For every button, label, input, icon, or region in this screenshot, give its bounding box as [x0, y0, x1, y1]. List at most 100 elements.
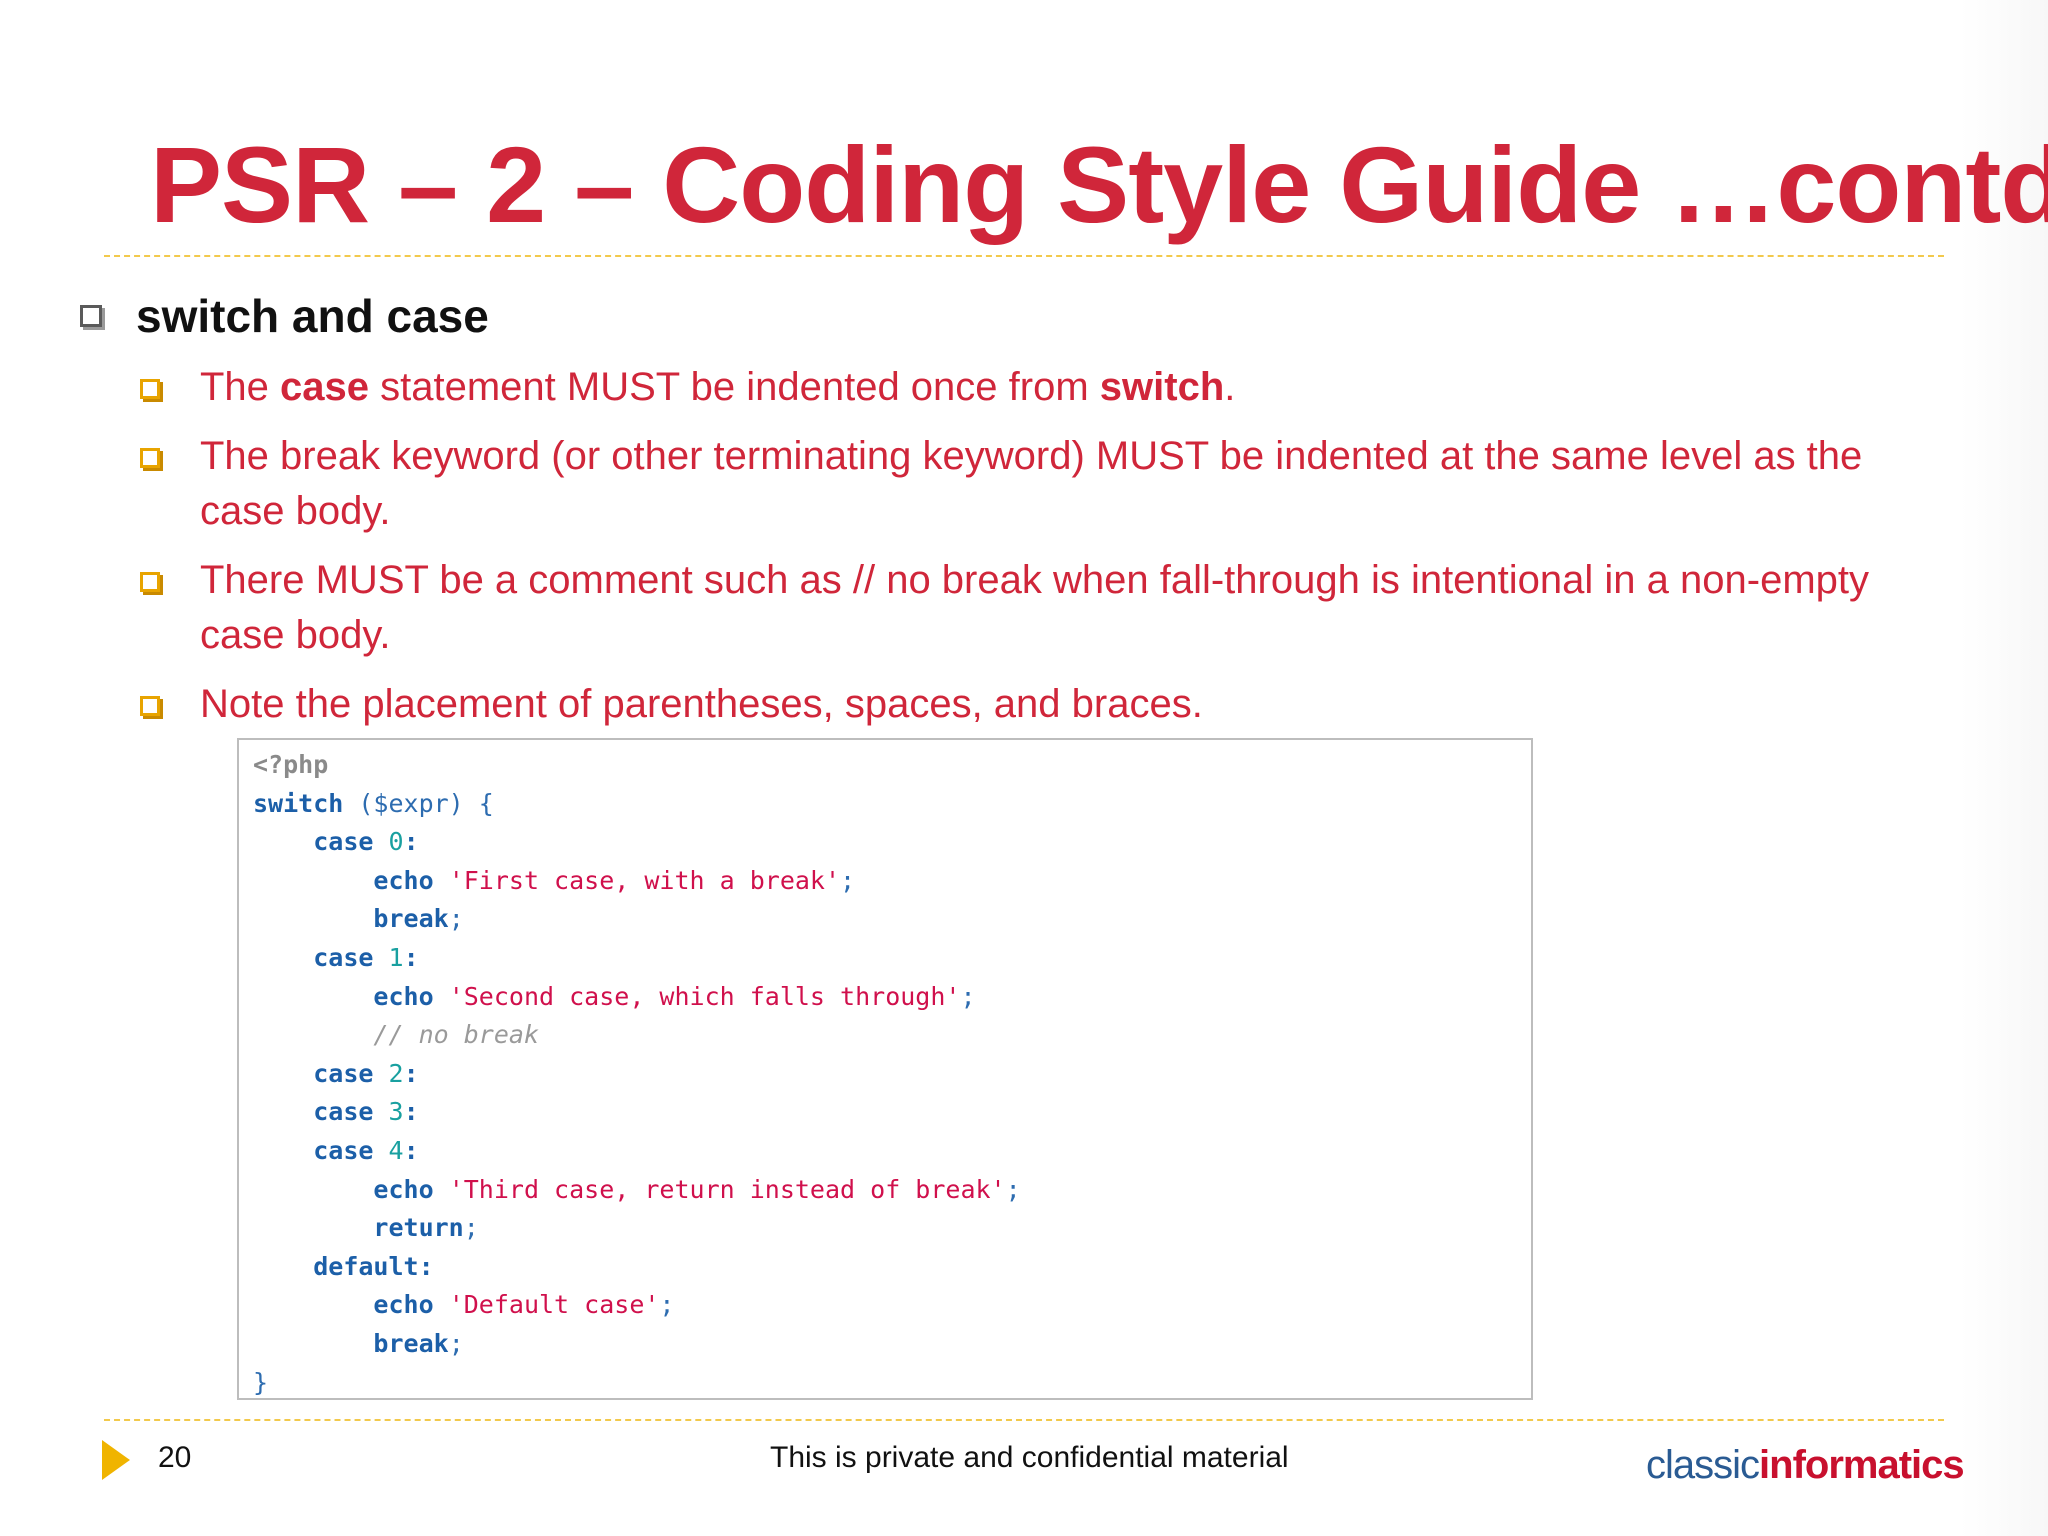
- square-bullet-icon: [140, 572, 160, 592]
- code-token: default: [313, 1251, 419, 1281]
- code-line: echo 'Default case';: [253, 1286, 1531, 1325]
- code-token: case: [313, 1058, 374, 1088]
- code-token: <?php: [253, 750, 329, 779]
- logo-text-informatics: informatics: [1759, 1443, 1965, 1487]
- square-bullet-icon: [140, 379, 160, 399]
- code-token: }: [253, 1367, 269, 1397]
- section-heading: switch and case: [136, 290, 489, 342]
- code-token: ;: [659, 1290, 675, 1320]
- code-token: :: [403, 827, 419, 857]
- code-line: }: [253, 1364, 1531, 1403]
- code-line: break;: [253, 1325, 1531, 1364]
- slide-title: PSR – 2 – Coding Style Guide …contd.: [150, 124, 2048, 245]
- bullet-list: The case statement MUST be indented once…: [140, 360, 1900, 746]
- code-token: echo: [373, 865, 434, 895]
- code-token: :: [403, 1097, 419, 1127]
- code-token: ($expr) {: [343, 788, 494, 818]
- code-token: 0: [388, 827, 404, 857]
- code-token: ;: [840, 865, 856, 895]
- list-item: There MUST be a comment such as // no br…: [140, 553, 1900, 663]
- list-item-text: The break keyword (or other terminating …: [200, 429, 1880, 539]
- code-line: case 0:: [253, 823, 1531, 862]
- code-token: :: [418, 1251, 434, 1281]
- code-token: ;: [960, 981, 976, 1011]
- code-line: case 3:: [253, 1093, 1531, 1132]
- text-run: There MUST be a comment such as // no br…: [200, 558, 1870, 657]
- keyword-emphasis: switch: [1099, 365, 1225, 409]
- code-line: default:: [253, 1248, 1531, 1287]
- text-run: .: [1224, 365, 1236, 409]
- page-number: 20: [158, 1441, 192, 1474]
- code-token: 3: [388, 1097, 404, 1127]
- code-token: ;: [448, 904, 464, 934]
- keyword-emphasis: case: [280, 365, 370, 409]
- code-token: echo: [373, 1290, 434, 1320]
- code-token: 2: [388, 1058, 404, 1088]
- code-token: 'Default case': [448, 1290, 660, 1320]
- code-token: case: [313, 1135, 374, 1165]
- list-item: The break keyword (or other terminating …: [140, 429, 1900, 539]
- code-token: case: [313, 1097, 374, 1127]
- section-heading-row: switch and case: [80, 288, 489, 344]
- slide: PSR – 2 – Coding Style Guide …contd. swi…: [0, 0, 2048, 1536]
- code-token: case: [313, 827, 374, 857]
- code-line: case 1:: [253, 939, 1531, 978]
- square-bullet-icon: [140, 696, 160, 716]
- code-token: 'Second case, which falls through': [448, 981, 961, 1011]
- code-line: case 2:: [253, 1055, 1531, 1094]
- square-bullet-icon: [140, 448, 160, 468]
- code-token: switch: [253, 788, 344, 818]
- code-token: case: [313, 942, 374, 972]
- list-item-text: Note the placement of parentheses, space…: [200, 677, 1880, 732]
- logo-text-classic: classic: [1646, 1443, 1760, 1487]
- code-line: // no break: [253, 1016, 1531, 1055]
- confidentiality-notice: This is private and confidential materia…: [770, 1441, 1289, 1474]
- code-token: break: [373, 1328, 449, 1358]
- code-line: switch ($expr) {: [253, 785, 1531, 824]
- code-token: ;: [463, 1213, 479, 1243]
- code-token: :: [403, 1135, 419, 1165]
- text-run: The: [200, 365, 281, 409]
- code-token: 4: [388, 1135, 404, 1165]
- title-divider: [104, 255, 1944, 257]
- code-line: echo 'First case, with a break';: [253, 862, 1531, 901]
- code-token: 'Third case, return instead of break': [448, 1174, 1006, 1204]
- list-item: The case statement MUST be indented once…: [140, 360, 1900, 415]
- code-sample: <?php switch ($expr) { case 0: echo 'Firs…: [237, 738, 1533, 1400]
- code-token: :: [403, 942, 419, 972]
- list-item: Note the placement of parentheses, space…: [140, 677, 1900, 732]
- text-run: The break keyword (or other terminating …: [200, 434, 1863, 533]
- code-token: 1: [388, 942, 404, 972]
- list-item-text: There MUST be a comment such as // no br…: [200, 553, 1880, 663]
- code-token: break: [373, 904, 449, 934]
- code-token: // no break: [373, 1020, 539, 1050]
- footer-divider: [104, 1419, 1944, 1421]
- text-run: statement MUST be indented once from: [369, 365, 1100, 409]
- code-line: <?php: [253, 746, 1531, 785]
- square-bullet-icon: [80, 305, 102, 327]
- code-line: echo 'Third case, return instead of brea…: [253, 1171, 1531, 1210]
- code-token: echo: [373, 1174, 434, 1204]
- code-token: 'First case, with a break': [448, 865, 841, 895]
- code-line: echo 'Second case, which falls through';: [253, 978, 1531, 1017]
- code-token: return: [373, 1213, 464, 1243]
